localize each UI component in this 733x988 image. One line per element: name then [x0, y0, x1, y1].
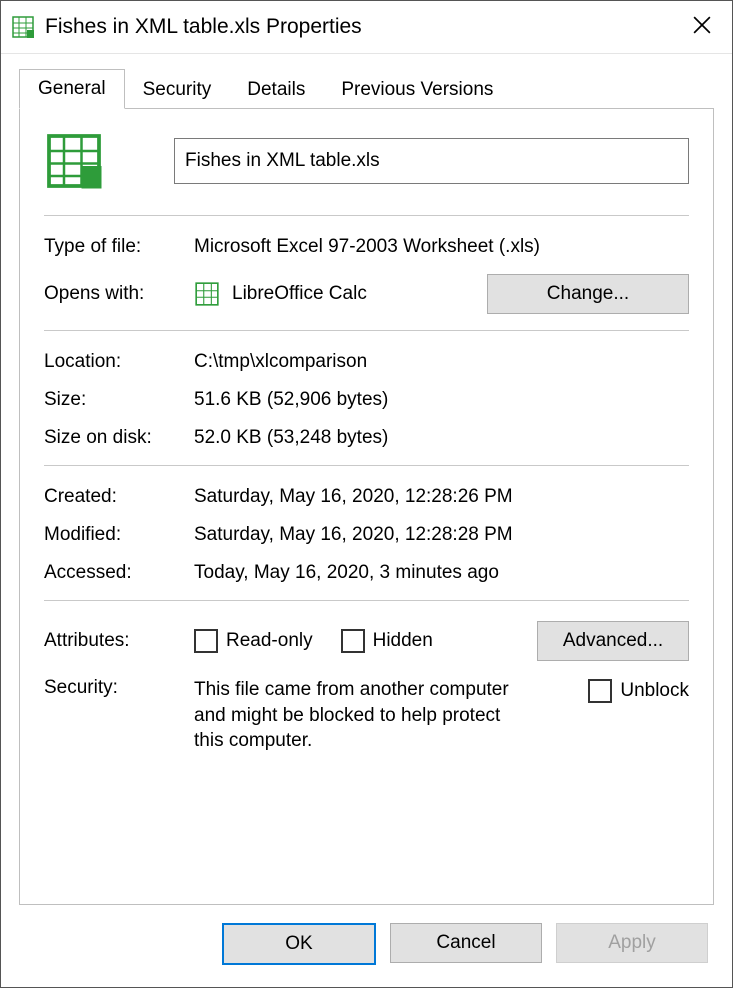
- attributes-label: Attributes:: [44, 630, 194, 652]
- size-on-disk-value: 52.0 KB (53,248 bytes): [194, 427, 689, 449]
- security-text: This file came from another computer and…: [194, 677, 524, 754]
- close-button[interactable]: [682, 16, 722, 38]
- created-value: Saturday, May 16, 2020, 12:28:26 PM: [194, 486, 689, 508]
- filename-value: Fishes in XML table.xls: [185, 150, 380, 172]
- location-value: C:\tmp\xlcomparison: [194, 351, 689, 373]
- unblock-checkbox[interactable]: [588, 679, 612, 703]
- apply-button[interactable]: Apply: [556, 923, 708, 963]
- unblock-label: Unblock: [620, 680, 689, 702]
- properties-window: Fishes in XML table.xls Properties Gener…: [0, 0, 733, 988]
- divider: [44, 215, 689, 216]
- tab-panel-general: Fishes in XML table.xls Type of file: Mi…: [19, 108, 714, 905]
- type-of-file-label: Type of file:: [44, 236, 194, 258]
- divider: [44, 600, 689, 601]
- location-label: Location:: [44, 351, 194, 373]
- cancel-button[interactable]: Cancel: [390, 923, 542, 963]
- size-on-disk-label: Size on disk:: [44, 427, 194, 449]
- dialog-footer: OK Cancel Apply: [1, 905, 732, 987]
- accessed-label: Accessed:: [44, 562, 194, 584]
- security-label: Security:: [44, 677, 194, 699]
- tab-strip: General Security Details Previous Versio…: [1, 54, 732, 108]
- titlebar: Fishes in XML table.xls Properties: [1, 1, 732, 54]
- calc-document-icon: [11, 15, 35, 39]
- readonly-checkbox[interactable]: [194, 629, 218, 653]
- opens-with-value: LibreOffice Calc: [232, 283, 487, 305]
- divider: [44, 330, 689, 331]
- change-button[interactable]: Change...: [487, 274, 689, 314]
- tab-previous-versions[interactable]: Previous Versions: [323, 71, 511, 109]
- filename-input[interactable]: Fishes in XML table.xls: [174, 138, 689, 184]
- size-value: 51.6 KB (52,906 bytes): [194, 389, 689, 411]
- tab-security[interactable]: Security: [125, 71, 230, 109]
- divider: [44, 465, 689, 466]
- readonly-label: Read-only: [226, 630, 313, 652]
- window-title: Fishes in XML table.xls Properties: [45, 15, 682, 39]
- size-label: Size:: [44, 389, 194, 411]
- modified-label: Modified:: [44, 524, 194, 546]
- hidden-label: Hidden: [373, 630, 433, 652]
- calc-document-icon: [44, 131, 104, 191]
- calc-app-icon: [194, 281, 220, 307]
- tab-details[interactable]: Details: [229, 71, 323, 109]
- accessed-value: Today, May 16, 2020, 3 minutes ago: [194, 562, 689, 584]
- opens-with-label: Opens with:: [44, 283, 194, 305]
- ok-button[interactable]: OK: [222, 923, 376, 965]
- modified-value: Saturday, May 16, 2020, 12:28:28 PM: [194, 524, 689, 546]
- tab-general[interactable]: General: [19, 69, 125, 109]
- close-icon: [693, 16, 711, 34]
- type-of-file-value: Microsoft Excel 97-2003 Worksheet (.xls): [194, 236, 689, 258]
- advanced-button[interactable]: Advanced...: [537, 621, 689, 661]
- created-label: Created:: [44, 486, 194, 508]
- hidden-checkbox[interactable]: [341, 629, 365, 653]
